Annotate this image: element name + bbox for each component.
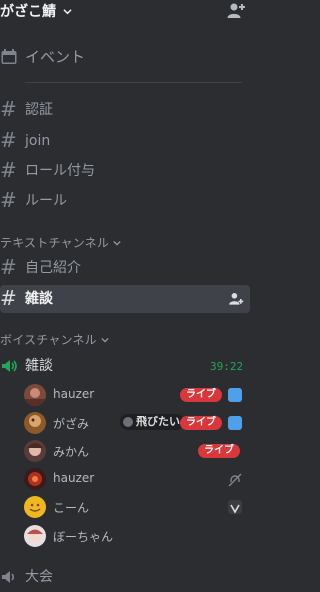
channel-name: join xyxy=(25,133,51,149)
voice-channel-tournament[interactable]: 大会 xyxy=(0,562,254,592)
events-item[interactable]: イベント xyxy=(0,42,254,72)
video-icon xyxy=(228,416,242,430)
user-name: みかん xyxy=(53,445,90,459)
channel-name: ルール xyxy=(25,193,67,209)
category-voice-channels[interactable]: ボイスチャンネル xyxy=(0,331,109,348)
channel-name: 認証 xyxy=(25,102,53,118)
voice-user[interactable]: がざみ 飛びたい ライブ xyxy=(22,410,254,438)
channel-item-rules[interactable]: # ルール xyxy=(0,186,254,216)
live-badge: ライブ xyxy=(180,416,222,430)
channel-name: 自己紹介 xyxy=(25,260,81,276)
server-name[interactable]: がざこ鯖 xyxy=(0,1,72,21)
avatar xyxy=(24,468,46,490)
user-name: がざみ xyxy=(53,417,90,431)
activity-text: 飛びたい xyxy=(136,415,180,428)
user-name: hauzer xyxy=(53,387,95,401)
voice-user[interactable]: hauzer xyxy=(22,466,254,494)
video-icon xyxy=(228,388,242,402)
voice-timer: 39:22 xyxy=(210,360,244,373)
voice-user[interactable]: hauzer ライブ xyxy=(22,382,254,410)
category-label: テキストチャンネル xyxy=(0,236,110,250)
avatar xyxy=(24,525,46,547)
hashtag-icon: # xyxy=(0,128,17,152)
invite-people-icon[interactable] xyxy=(226,1,246,21)
voice-channel-name: 大会 xyxy=(25,569,53,585)
channel-name: ロール付与 xyxy=(25,163,95,179)
voice-user[interactable]: こーん xyxy=(22,494,254,522)
chevron-down-icon xyxy=(113,236,121,250)
events-label: イベント xyxy=(25,48,86,66)
channel-name: 雑談 xyxy=(25,291,53,307)
server-name-text: がざこ鯖 xyxy=(0,4,56,20)
deafened-icon xyxy=(228,472,242,487)
avatar xyxy=(24,440,46,462)
voice-channel-name: 雑談 xyxy=(25,358,53,374)
hashtag-icon: # xyxy=(0,97,17,121)
avatar xyxy=(24,384,46,406)
create-invite-icon[interactable] xyxy=(228,291,244,311)
user-name: こーん xyxy=(53,501,90,515)
user-name: hauzer xyxy=(53,471,95,485)
avatar xyxy=(24,412,46,434)
channel-item-auth[interactable]: # 認証 xyxy=(0,95,254,125)
shield-icon xyxy=(228,500,242,514)
server-header[interactable]: がざこ鯖 xyxy=(0,0,254,24)
channel-item-roles[interactable]: # ロール付与 xyxy=(0,156,254,186)
voice-user[interactable]: ぼーちゃん xyxy=(22,523,254,551)
live-badge: ライブ xyxy=(198,444,240,458)
user-name: ぼーちゃん xyxy=(53,530,114,544)
channel-item-join[interactable]: # join xyxy=(0,126,254,156)
speaker-icon xyxy=(0,356,20,376)
live-badge: ライブ xyxy=(180,388,222,402)
calendar-icon xyxy=(0,47,20,67)
channel-item-intro[interactable]: # 自己紹介 xyxy=(0,253,254,283)
divider xyxy=(25,82,242,83)
hashtag-thread-icon: # xyxy=(0,286,17,310)
category-label: ボイスチャンネル xyxy=(0,333,97,347)
activity-icon xyxy=(123,417,133,427)
avatar xyxy=(24,496,46,518)
channel-item-chat[interactable]: # 雑談 xyxy=(0,284,254,314)
activity-badge: 飛びたい xyxy=(120,414,184,430)
hashtag-icon: # xyxy=(0,158,17,182)
chevron-down-icon xyxy=(101,333,109,347)
chevron-down-icon xyxy=(63,4,72,20)
hashtag-icon: # xyxy=(0,188,17,212)
hashtag-icon: # xyxy=(0,255,17,279)
speaker-icon xyxy=(0,567,20,587)
voice-user[interactable]: みかん ライブ xyxy=(22,438,254,466)
category-text-channels[interactable]: テキストチャンネル xyxy=(0,234,121,251)
